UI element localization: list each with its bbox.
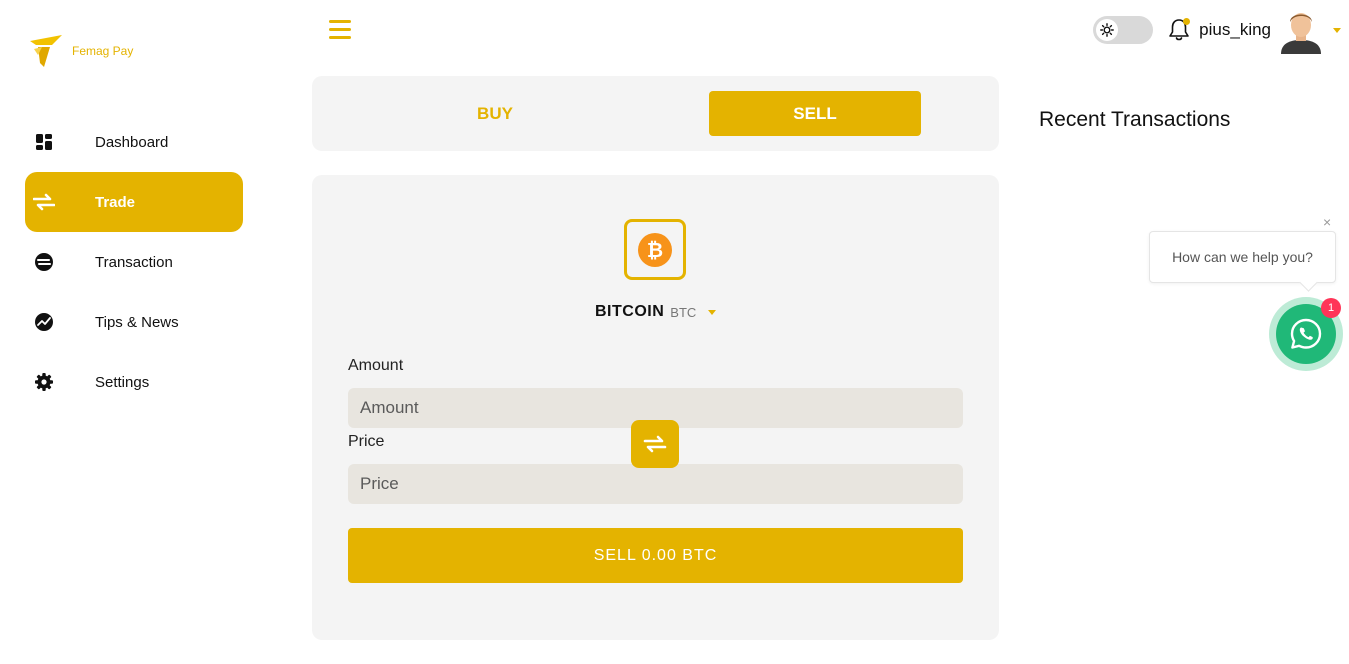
news-icon	[33, 311, 55, 333]
chat-prompt-text: How can we help you?	[1172, 249, 1313, 265]
chevron-down-icon	[708, 309, 717, 315]
sidebar-nav: Dashboard Trade Transaction Tips & News …	[25, 112, 243, 412]
gear-icon	[33, 371, 55, 393]
sidebar-item-label: Settings	[95, 373, 150, 391]
coin-selector[interactable]: BITCOIN BTC	[595, 303, 717, 321]
coin-icon-frame: ₿	[624, 219, 686, 280]
brand-logo[interactable]: Femag Pay	[28, 33, 133, 69]
tab-sell[interactable]: SELL	[709, 91, 921, 136]
coin-name: BITCOIN	[595, 303, 665, 320]
sidebar-item-settings[interactable]: Settings	[25, 352, 243, 412]
username[interactable]: pius_king	[1199, 20, 1271, 40]
svg-text:₿: ₿	[647, 240, 663, 262]
notification-bell-icon[interactable]	[1167, 17, 1191, 43]
sidebar-item-tips-news[interactable]: Tips & News	[25, 292, 243, 352]
dashboard-icon	[33, 131, 55, 153]
price-input[interactable]	[348, 464, 963, 504]
theme-toggle[interactable]	[1093, 16, 1154, 44]
sidebar-item-label: Tips & News	[95, 313, 179, 331]
sidebar-item-label: Transaction	[95, 253, 173, 271]
sidebar-item-dashboard[interactable]: Dashboard	[25, 112, 243, 172]
sell-submit-button[interactable]: SELL 0.00 BTC	[348, 528, 963, 583]
sidebar-item-label: Dashboard	[95, 133, 169, 151]
brand-name: Femag Pay	[72, 44, 134, 58]
chat-prompt[interactable]: How can we help you?	[1149, 231, 1336, 283]
avatar[interactable]	[1277, 6, 1325, 54]
sidebar-item-label: Trade	[95, 193, 136, 211]
swap-icon	[643, 435, 667, 453]
chevron-down-icon[interactable]	[1333, 27, 1341, 33]
amount-label: Amount	[348, 357, 404, 374]
price-label: Price	[348, 433, 385, 450]
close-icon[interactable]: ×	[1323, 214, 1331, 230]
sidebar-item-trade[interactable]: Trade	[25, 172, 243, 232]
logo-icon	[30, 35, 62, 67]
trade-mode-tabs: BUY SELL	[312, 76, 999, 151]
recent-transactions-title: Recent Transactions	[1039, 108, 1231, 131]
transaction-icon	[33, 251, 55, 273]
sidebar-item-transaction[interactable]: Transaction	[25, 232, 243, 292]
menu-toggle-icon[interactable]	[329, 20, 351, 40]
bitcoin-icon: ₿	[638, 232, 672, 267]
swap-button[interactable]	[631, 420, 679, 468]
swap-icon	[33, 191, 55, 213]
coin-symbol: BTC	[670, 304, 697, 320]
notification-badge: 1	[1321, 298, 1341, 318]
sun-icon	[1096, 19, 1119, 41]
header-user-area: pius_king	[1093, 6, 1341, 54]
tab-buy[interactable]: BUY	[389, 91, 601, 136]
trade-form-card: ₿ BITCOIN BTC Amount Price SELL 0.00 BTC	[312, 175, 999, 640]
